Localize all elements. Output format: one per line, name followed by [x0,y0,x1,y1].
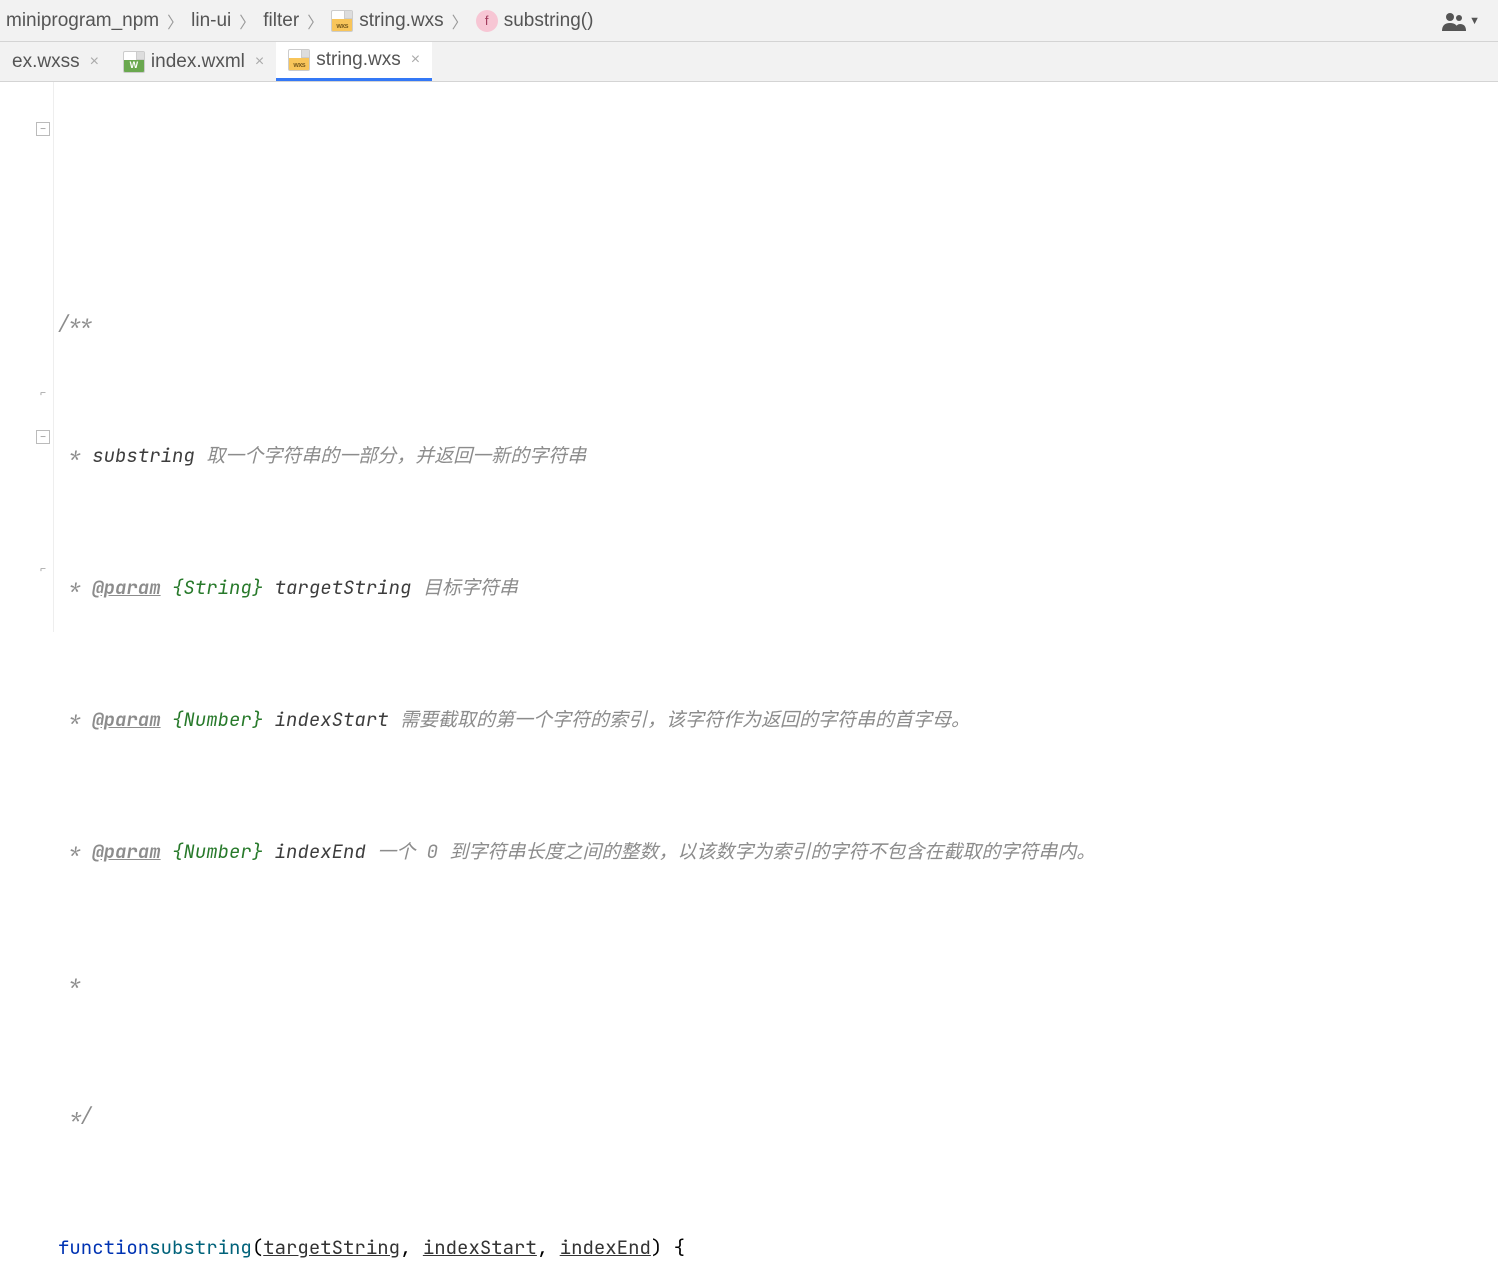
chevron-right-icon: 〉 [452,9,468,33]
chevron-right-icon: 〉 [307,9,323,33]
chevron-down-icon: ▼ [1469,15,1480,27]
tab-ex-wxss[interactable]: ex.wxss × [0,42,111,81]
close-icon[interactable]: × [90,53,99,71]
breadcrumb-label: miniprogram_npm [6,10,159,32]
keyword-function: function [58,1226,149,1264]
wxml-file-icon: W [123,51,145,73]
tab-string-wxs[interactable]: wxs string.wxs × [276,42,432,81]
tab-label: index.wxml [151,51,245,73]
function-icon: f [476,10,498,32]
breadcrumb-label: string.wxs [359,10,443,32]
tab-label: ex.wxss [12,51,80,73]
breadcrumb-item[interactable]: wxs string.wxs [329,10,445,32]
breadcrumb-label: filter [263,10,299,32]
function-name: substring [149,1226,252,1264]
fold-marker[interactable]: ⌐ [36,386,50,400]
fold-marker[interactable]: ⌐ [36,562,50,576]
chevron-right-icon: 〉 [167,9,183,33]
breadcrumb: miniprogram_npm 〉 lin-ui 〉 filter 〉 wxs … [0,0,1498,42]
editor[interactable]: − ⌐ − ⌐ /** * substring 取一个字符串的一部分，并返回一新… [0,82,1498,632]
doc-open: /** [58,302,92,346]
collaborators-button[interactable]: ▼ [1442,11,1480,31]
fold-marker[interactable]: − [36,122,50,136]
doc-close: */ [58,1094,92,1138]
close-icon[interactable]: × [255,53,264,71]
breadcrumb-label: substring() [504,10,594,32]
code-content[interactable]: /** * substring 取一个字符串的一部分，并返回一新的字符串 * @… [54,82,1498,632]
tab-label: string.wxs [316,49,400,71]
breadcrumb-item[interactable]: miniprogram_npm [4,10,161,32]
close-icon[interactable]: × [411,51,420,69]
people-icon [1442,11,1466,31]
tab-bar: ex.wxss × W index.wxml × wxs string.wxs … [0,42,1498,82]
breadcrumb-item[interactable]: lin-ui [189,10,233,32]
breadcrumb-item[interactable]: filter [261,10,301,32]
breadcrumb-label: lin-ui [191,10,231,32]
breadcrumb-item[interactable]: f substring() [474,10,596,32]
toolbar-right: ▼ [1442,11,1498,31]
wxs-file-icon: wxs [288,49,310,71]
gutter[interactable]: − ⌐ − ⌐ [0,82,54,632]
fold-marker[interactable]: − [36,430,50,444]
chevron-right-icon: 〉 [239,9,255,33]
tab-index-wxml[interactable]: W index.wxml × [111,42,276,81]
wxs-file-icon: wxs [331,10,353,32]
